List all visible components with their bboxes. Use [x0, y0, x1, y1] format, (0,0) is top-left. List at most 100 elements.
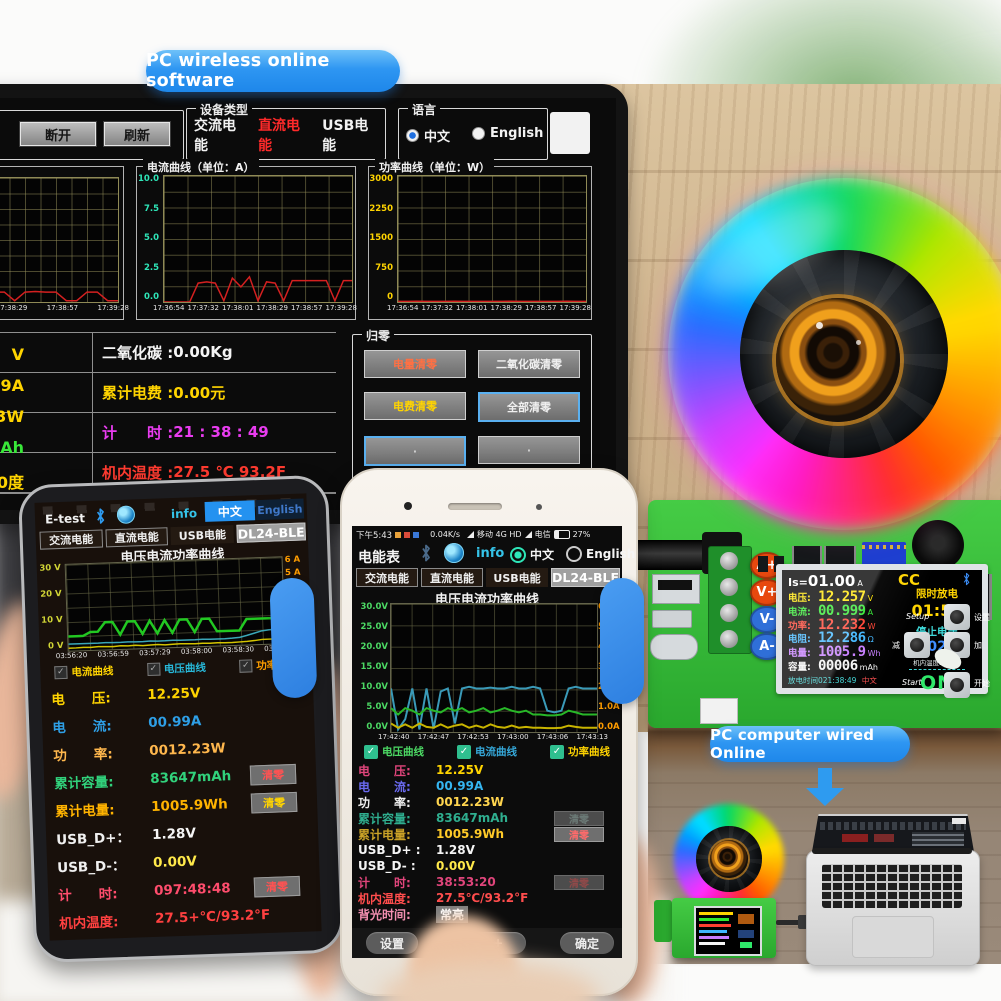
stat-value: 1.28V	[152, 825, 196, 843]
phone1-lang-zh-tab[interactable]: 中文	[205, 500, 256, 522]
stat-label: 累计容量:	[358, 810, 436, 827]
x-tick: 17:42:47	[418, 733, 449, 741]
settings-button[interactable]: 设置	[366, 932, 418, 954]
stat-value: 12.25V	[147, 685, 201, 703]
stat-value: 83647mAh	[150, 768, 232, 787]
checkbox-icon: ✓	[457, 745, 471, 759]
tab-交流电能[interactable]: 交流电能	[39, 530, 102, 550]
phone1-app-name: E-test	[45, 511, 85, 526]
checkbox-label: 电压曲线	[164, 660, 206, 676]
stat-value: 1005.9Wh	[151, 796, 228, 815]
stat-row: 电 压:12.25V	[358, 762, 618, 778]
phone2-tabs: 交流电能直流电能USB电能DL24-BLE	[356, 568, 620, 587]
status-time: 下午5:43	[356, 529, 392, 541]
clear-button[interactable]: 清零	[251, 792, 298, 814]
x-tick: 03:57:29	[139, 648, 171, 657]
phone2-sensor	[536, 504, 542, 510]
stat-value: 83647mAh	[436, 811, 508, 825]
info-link[interactable]: info	[171, 506, 198, 521]
radio-icon	[566, 546, 582, 562]
signal-icon	[467, 531, 474, 538]
tab-USB电能[interactable]: USB电能	[171, 525, 234, 545]
stat-row: 电 流:00.99A	[358, 778, 618, 794]
curve-checkbox[interactable]: ✓ 电流曲线	[457, 744, 517, 759]
stat-label: 计 时:	[58, 881, 155, 904]
stat-label: 电 压:	[358, 762, 436, 779]
phone2-lang-zh-radio[interactable]: 中文	[510, 546, 554, 563]
y-tick: 10.0V	[360, 683, 388, 691]
stat-label: USB_D-：	[57, 853, 154, 876]
clear-button[interactable]: 清零	[554, 827, 604, 842]
x-tick: 17:43:13	[577, 733, 608, 741]
clear-button[interactable]: 清零	[554, 811, 604, 826]
clear-button[interactable]: 清零	[554, 875, 604, 890]
phone1-lang-en-tab[interactable]: English	[256, 498, 305, 520]
y-tick: 25.0V	[360, 623, 388, 631]
stat-label: USB_D- :	[358, 859, 436, 873]
checkbox-label: 电流曲线	[475, 744, 517, 759]
stat-value: 0.00V	[153, 853, 197, 871]
stat-value: 1005.9Wh	[436, 827, 504, 841]
x-tick: 03:56:20	[56, 651, 88, 660]
tab-直流电能[interactable]: 直流电能	[105, 527, 168, 547]
stat-value: 12.25V	[436, 763, 483, 777]
x-tick: 17:42:40	[378, 733, 409, 741]
stat-row: 机内温度:27.5℃/93.2°F	[358, 890, 618, 906]
y-tick: 5.0V	[366, 703, 388, 711]
status-battery: 27%	[573, 530, 591, 539]
phone1-stats: 电 压:12.25V电 流:00.99A功 率:0012.23W累计容量:836…	[51, 675, 316, 936]
checkbox-icon: ✓	[147, 663, 160, 676]
status-network-2: 电信	[535, 529, 551, 540]
bluetooth-icon	[95, 507, 107, 524]
stat-value: 097:48:48	[154, 880, 231, 899]
stat-row: USB_D- :0.00V	[358, 858, 618, 874]
phone2-app-name: 电能表	[358, 547, 400, 567]
phone2-lang-en-radio[interactable]: English	[566, 546, 635, 562]
stat-label: 累计电量:	[55, 797, 152, 820]
battery-icon	[554, 530, 570, 539]
checkbox-icon: ✓	[54, 666, 67, 679]
phone2-earpiece	[448, 503, 502, 510]
globe-icon[interactable]	[444, 543, 464, 563]
x-tick: 17:42:53	[457, 733, 488, 741]
stat-label: 背光时间:	[358, 906, 436, 923]
stat-value: 38:53:20	[436, 875, 496, 889]
scene: 断开 刷新 设备类型 交流电能直流电能USB电能 语言 中文 English 1…	[0, 0, 1001, 1001]
curve-checkbox[interactable]: ✓ 电压曲线	[147, 660, 206, 677]
curve-checkbox[interactable]: ✓电压曲线	[364, 744, 424, 759]
phone2-statusbar: 下午5:43 0.04K/s 移动 4G HD 电信 27%	[356, 528, 618, 541]
stat-label: 累计容量:	[54, 769, 151, 792]
info-link[interactable]: info	[476, 546, 504, 561]
y2-tick: 1.0A	[598, 703, 620, 711]
stat-label: 计 时:	[358, 874, 436, 891]
stat-row: USB_D+ :1.28V	[358, 842, 618, 858]
stat-row: 累计容量:83647mAh 清零	[358, 810, 618, 826]
stat-label: USB_D+：	[56, 825, 153, 848]
curve-checkbox[interactable]: ✓ 电流曲线	[54, 663, 113, 680]
y-tick: 20 V	[40, 590, 62, 599]
confirm-button[interactable]: 确定	[560, 932, 614, 954]
y2-tick: 6 A	[284, 556, 300, 565]
checkbox-icon: ✓	[239, 659, 252, 672]
clear-button[interactable]: 清零	[250, 764, 297, 786]
tab-交流电能[interactable]: 交流电能	[356, 568, 418, 587]
y-tick: 0.0V	[366, 723, 388, 731]
checkbox-label: 功率曲线	[568, 744, 610, 759]
y-tick: 30 V	[39, 564, 61, 573]
clear-button[interactable]: 清零	[254, 876, 301, 898]
status-speed: 0.04K/s	[430, 530, 460, 539]
stat-value: 0.00V	[436, 859, 475, 873]
phone2-clip	[600, 578, 644, 704]
stat-label: 电 流:	[52, 713, 149, 736]
curve-checkbox[interactable]: ✓ 功率曲线	[550, 744, 610, 759]
checkbox-label: 电流曲线	[71, 663, 113, 679]
stat-label: 机内温度:	[358, 890, 436, 907]
stat-value: 0012.23W	[149, 740, 226, 759]
checkbox-icon: ✓	[550, 745, 564, 759]
stat-value: 27.5+℃/93.2°F	[155, 907, 271, 927]
tab-USB电能[interactable]: USB电能	[486, 568, 548, 587]
stat-label: 累计电量:	[358, 826, 436, 843]
tab-直流电能[interactable]: 直流电能	[421, 568, 483, 587]
y-tick: 30.0V	[360, 603, 388, 611]
notification-icon	[395, 532, 401, 538]
